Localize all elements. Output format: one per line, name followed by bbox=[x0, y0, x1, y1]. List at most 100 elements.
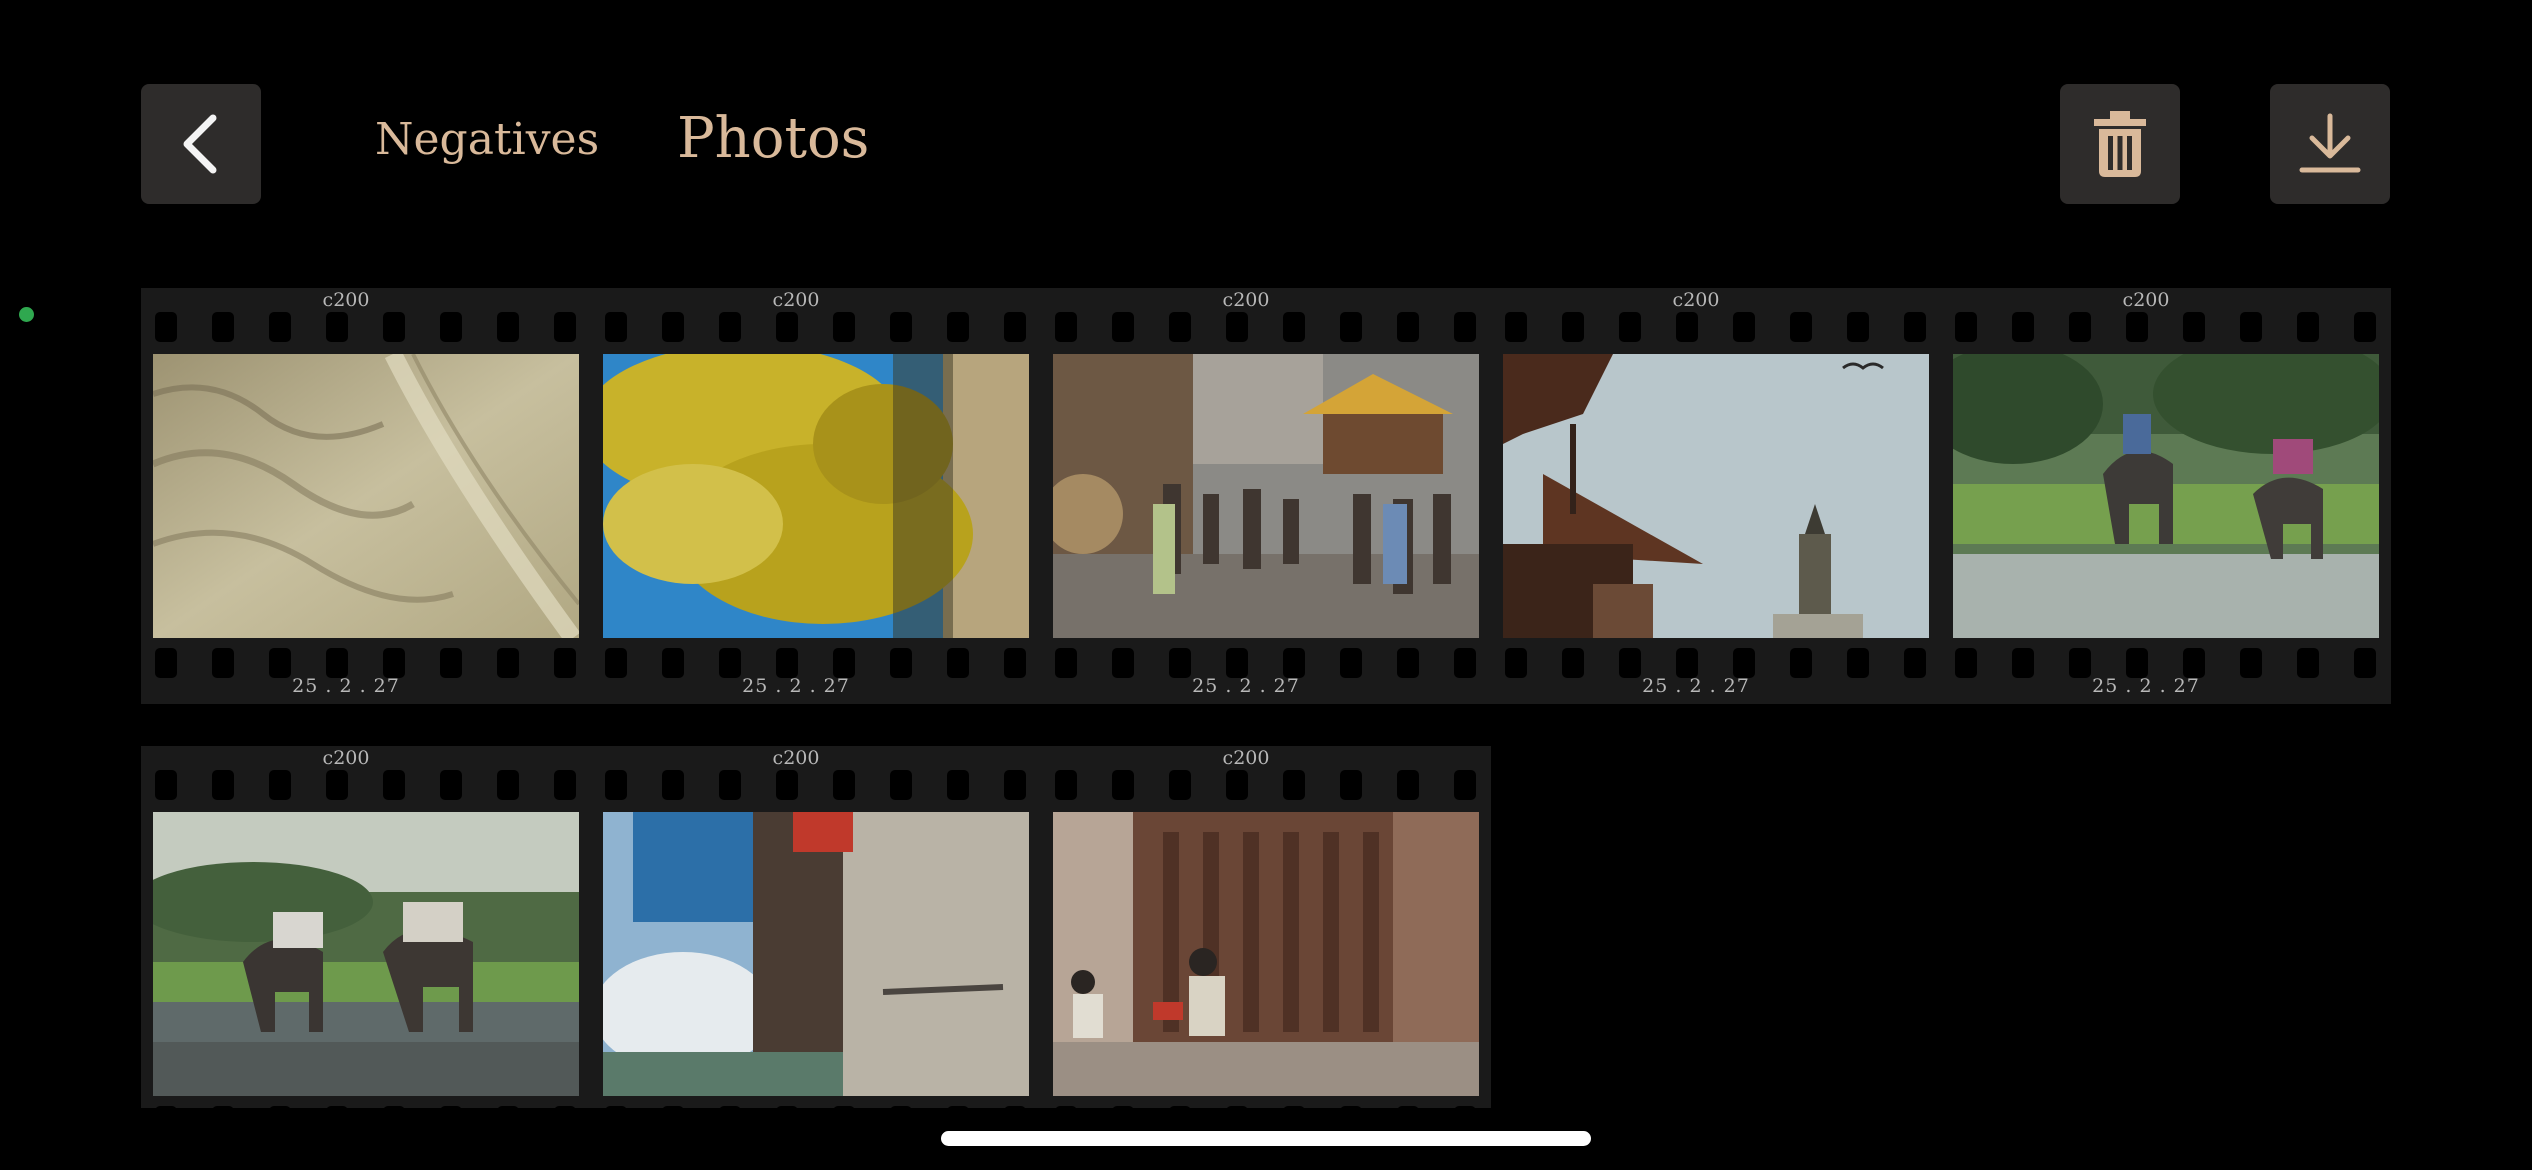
sprocket-hole bbox=[383, 1106, 405, 1136]
photo-thumbnail[interactable] bbox=[603, 812, 1029, 1096]
sprocket-hole bbox=[1562, 312, 1584, 342]
sprocket-hole bbox=[554, 770, 576, 800]
sprocket-hole bbox=[890, 1106, 912, 1136]
sprocket-hole bbox=[440, 770, 462, 800]
photo-thumbnail[interactable] bbox=[153, 354, 579, 638]
chevron-left-icon bbox=[177, 112, 225, 176]
sprocket-hole bbox=[833, 1106, 855, 1136]
frame-film-code: c200 bbox=[772, 747, 820, 769]
sprocket-hole bbox=[662, 312, 684, 342]
sprocket-hole bbox=[1004, 770, 1026, 800]
sprocket-hole bbox=[1055, 770, 1077, 800]
sprocket-hole bbox=[269, 312, 291, 342]
back-button[interactable] bbox=[141, 84, 261, 204]
film-strip: c200 25 . 2 . 27 c200 25 . 2 . 27 c200 2… bbox=[141, 288, 2391, 704]
tab-photos[interactable]: Photos bbox=[677, 106, 869, 171]
frame-film-code: c200 bbox=[772, 289, 820, 311]
sprocket-hole bbox=[1283, 770, 1305, 800]
sprocket-hole bbox=[1169, 312, 1191, 342]
delete-button[interactable] bbox=[2060, 84, 2180, 204]
home-indicator[interactable] bbox=[941, 1131, 1591, 1146]
frame-film-code: c200 bbox=[1222, 289, 1270, 311]
photo-thumbnail[interactable] bbox=[1503, 354, 1929, 638]
tab-negatives[interactable]: Negatives bbox=[375, 114, 599, 165]
perforations-top bbox=[591, 770, 1041, 800]
sprocket-hole bbox=[212, 1106, 234, 1136]
sprocket-hole bbox=[1226, 770, 1248, 800]
sprocket-hole bbox=[2354, 312, 2376, 342]
sprocket-hole bbox=[1340, 312, 1362, 342]
sprocket-hole bbox=[155, 312, 177, 342]
sprocket-hole bbox=[269, 1106, 291, 1136]
frame-film-code: c200 bbox=[1672, 289, 1720, 311]
sprocket-hole bbox=[1340, 770, 1362, 800]
sprocket-hole bbox=[1397, 312, 1419, 342]
sprocket-hole bbox=[1112, 312, 1134, 342]
sprocket-hole bbox=[1619, 312, 1641, 342]
sprocket-hole bbox=[155, 1106, 177, 1136]
sprocket-hole bbox=[776, 312, 798, 342]
film-frame: c200 bbox=[591, 746, 1041, 1136]
film-strip: c200 c200 c200 bbox=[141, 746, 1491, 1136]
frame-film-code: c200 bbox=[322, 289, 370, 311]
sprocket-hole bbox=[833, 770, 855, 800]
sprocket-hole bbox=[776, 770, 798, 800]
sprocket-hole bbox=[605, 1106, 627, 1136]
sprocket-hole bbox=[1454, 770, 1476, 800]
sprocket-hole bbox=[1955, 312, 1977, 342]
sprocket-hole bbox=[326, 1106, 348, 1136]
frame-film-code: c200 bbox=[1222, 747, 1270, 769]
sprocket-hole bbox=[383, 312, 405, 342]
perforations-top bbox=[591, 312, 1041, 342]
photo-thumbnail[interactable] bbox=[1053, 354, 1479, 638]
film-frame: c200 bbox=[1041, 288, 1491, 704]
photo-thumbnail[interactable] bbox=[153, 812, 579, 1096]
sprocket-hole bbox=[2126, 312, 2148, 342]
sprocket-hole bbox=[2183, 312, 2205, 342]
sprocket-hole bbox=[440, 312, 462, 342]
frame-film-code: c200 bbox=[322, 747, 370, 769]
sprocket-hole bbox=[440, 1106, 462, 1136]
film-frame: c200 25 . 2 . 27 bbox=[141, 288, 591, 704]
sprocket-hole bbox=[326, 312, 348, 342]
perforations-top bbox=[1041, 312, 1491, 342]
perforations-bottom bbox=[141, 1106, 591, 1136]
sprocket-hole bbox=[1226, 312, 1248, 342]
film-frame: c200 25 . 2 . 27 bbox=[1491, 288, 1941, 704]
sprocket-hole bbox=[1283, 312, 1305, 342]
status-dot bbox=[19, 307, 34, 322]
frame-date: 25 . 2 . 27 bbox=[292, 675, 400, 697]
sprocket-hole bbox=[269, 770, 291, 800]
sprocket-hole bbox=[662, 1106, 684, 1136]
sprocket-hole bbox=[1847, 312, 1869, 342]
sprocket-hole bbox=[1169, 770, 1191, 800]
sprocket-hole bbox=[1004, 312, 1026, 342]
frame-date: 25 . 2 . 27 bbox=[742, 675, 850, 697]
film-frame: c200 bbox=[1041, 746, 1491, 1136]
photo-thumbnail[interactable] bbox=[1053, 812, 1479, 1096]
sprocket-hole bbox=[212, 312, 234, 342]
sprocket-hole bbox=[383, 770, 405, 800]
download-icon bbox=[2298, 112, 2362, 176]
sprocket-hole bbox=[1505, 312, 1527, 342]
sprocket-hole bbox=[2069, 312, 2091, 342]
download-button[interactable] bbox=[2270, 84, 2390, 204]
sprocket-hole bbox=[2012, 312, 2034, 342]
sprocket-hole bbox=[1055, 312, 1077, 342]
sprocket-hole bbox=[2297, 312, 2319, 342]
sprocket-hole bbox=[719, 770, 741, 800]
sprocket-hole bbox=[1397, 770, 1419, 800]
photo-thumbnail[interactable] bbox=[1953, 354, 2379, 638]
perforations-top bbox=[1941, 312, 2391, 342]
photo-thumbnail[interactable] bbox=[603, 354, 1029, 638]
sprocket-hole bbox=[497, 770, 519, 800]
sprocket-hole bbox=[605, 312, 627, 342]
sprocket-hole bbox=[497, 312, 519, 342]
film-frame: c200 bbox=[141, 746, 591, 1136]
perforations-top bbox=[141, 770, 591, 800]
sprocket-hole bbox=[1454, 312, 1476, 342]
sprocket-hole bbox=[662, 770, 684, 800]
frame-date: 25 . 2 . 27 bbox=[1192, 675, 1300, 697]
sprocket-hole bbox=[605, 770, 627, 800]
perforations-top bbox=[1041, 770, 1491, 800]
